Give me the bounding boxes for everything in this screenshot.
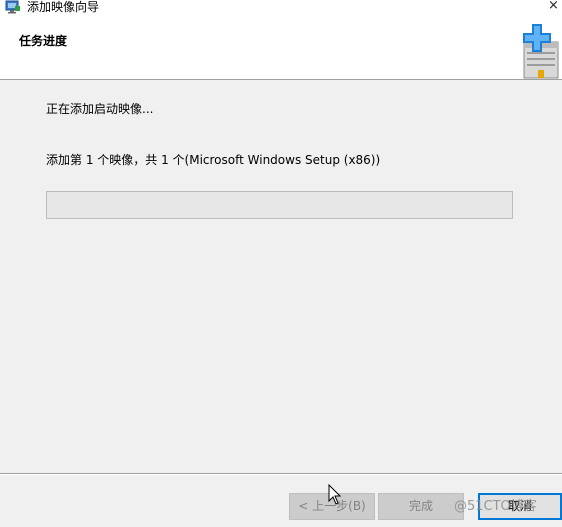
status-text: 正在添加启动映像...	[46, 102, 154, 116]
title-bar: 添加映像向导 ×	[0, 0, 562, 16]
finish-button[interactable]: 完成	[378, 493, 464, 520]
mouse-cursor-icon	[328, 484, 342, 505]
close-icon[interactable]: ×	[548, 0, 560, 14]
add-image-icon	[523, 24, 559, 79]
page-title: 任务进度	[19, 34, 68, 48]
wizard-header: 任务进度	[0, 16, 562, 79]
header-divider	[0, 79, 562, 80]
progress-detail-text: 添加第 1 个映像，共 1 个(Microsoft Windows Setup …	[46, 153, 381, 167]
wizard-app-icon	[5, 0, 20, 14]
window-title: 添加映像向导	[27, 0, 100, 14]
progress-bar	[46, 191, 513, 219]
footer-divider-highlight	[0, 474, 562, 475]
watermark: @51CTO博客	[454, 499, 537, 514]
